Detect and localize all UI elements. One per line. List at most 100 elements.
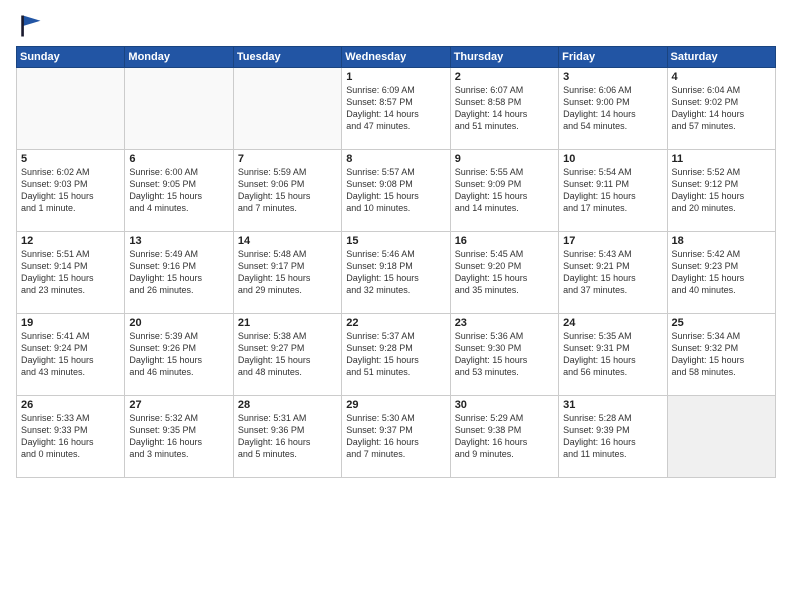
- day-info: Sunrise: 5:48 AM Sunset: 9:17 PM Dayligh…: [238, 248, 337, 297]
- calendar-week-1: 1Sunrise: 6:09 AM Sunset: 8:57 PM Daylig…: [17, 68, 776, 150]
- calendar-cell: 7Sunrise: 5:59 AM Sunset: 9:06 PM Daylig…: [233, 150, 341, 232]
- day-info: Sunrise: 5:32 AM Sunset: 9:35 PM Dayligh…: [129, 412, 228, 461]
- calendar-cell: 30Sunrise: 5:29 AM Sunset: 9:38 PM Dayli…: [450, 396, 558, 478]
- day-info: Sunrise: 6:09 AM Sunset: 8:57 PM Dayligh…: [346, 84, 445, 133]
- day-number: 4: [672, 71, 771, 83]
- calendar-week-4: 19Sunrise: 5:41 AM Sunset: 9:24 PM Dayli…: [17, 314, 776, 396]
- calendar-cell: [125, 68, 233, 150]
- calendar-cell: 28Sunrise: 5:31 AM Sunset: 9:36 PM Dayli…: [233, 396, 341, 478]
- calendar-cell: [233, 68, 341, 150]
- day-info: Sunrise: 5:45 AM Sunset: 9:20 PM Dayligh…: [455, 248, 554, 297]
- day-number: 31: [563, 399, 662, 411]
- calendar-cell: 11Sunrise: 5:52 AM Sunset: 9:12 PM Dayli…: [667, 150, 775, 232]
- day-number: 7: [238, 153, 337, 165]
- day-info: Sunrise: 5:59 AM Sunset: 9:06 PM Dayligh…: [238, 166, 337, 215]
- calendar-cell: [17, 68, 125, 150]
- weekday-header-monday: Monday: [125, 47, 233, 68]
- day-info: Sunrise: 6:00 AM Sunset: 9:05 PM Dayligh…: [129, 166, 228, 215]
- calendar-cell: 2Sunrise: 6:07 AM Sunset: 8:58 PM Daylig…: [450, 68, 558, 150]
- logo-icon: [16, 12, 44, 40]
- day-info: Sunrise: 5:37 AM Sunset: 9:28 PM Dayligh…: [346, 330, 445, 379]
- day-number: 14: [238, 235, 337, 247]
- calendar-cell: 23Sunrise: 5:36 AM Sunset: 9:30 PM Dayli…: [450, 314, 558, 396]
- day-number: 18: [672, 235, 771, 247]
- calendar-cell: 26Sunrise: 5:33 AM Sunset: 9:33 PM Dayli…: [17, 396, 125, 478]
- day-number: 28: [238, 399, 337, 411]
- calendar-cell: 10Sunrise: 5:54 AM Sunset: 9:11 PM Dayli…: [559, 150, 667, 232]
- calendar-week-5: 26Sunrise: 5:33 AM Sunset: 9:33 PM Dayli…: [17, 396, 776, 478]
- day-number: 27: [129, 399, 228, 411]
- day-info: Sunrise: 5:39 AM Sunset: 9:26 PM Dayligh…: [129, 330, 228, 379]
- day-info: Sunrise: 6:07 AM Sunset: 8:58 PM Dayligh…: [455, 84, 554, 133]
- calendar-cell: 8Sunrise: 5:57 AM Sunset: 9:08 PM Daylig…: [342, 150, 450, 232]
- day-number: 30: [455, 399, 554, 411]
- day-info: Sunrise: 5:54 AM Sunset: 9:11 PM Dayligh…: [563, 166, 662, 215]
- day-number: 20: [129, 317, 228, 329]
- calendar-cell: 16Sunrise: 5:45 AM Sunset: 9:20 PM Dayli…: [450, 232, 558, 314]
- day-info: Sunrise: 6:02 AM Sunset: 9:03 PM Dayligh…: [21, 166, 120, 215]
- weekday-header-wednesday: Wednesday: [342, 47, 450, 68]
- calendar-cell: 24Sunrise: 5:35 AM Sunset: 9:31 PM Dayli…: [559, 314, 667, 396]
- logo: [16, 12, 48, 40]
- calendar-cell: 17Sunrise: 5:43 AM Sunset: 9:21 PM Dayli…: [559, 232, 667, 314]
- day-number: 23: [455, 317, 554, 329]
- weekday-header-tuesday: Tuesday: [233, 47, 341, 68]
- day-info: Sunrise: 5:30 AM Sunset: 9:37 PM Dayligh…: [346, 412, 445, 461]
- day-info: Sunrise: 5:41 AM Sunset: 9:24 PM Dayligh…: [21, 330, 120, 379]
- day-info: Sunrise: 5:31 AM Sunset: 9:36 PM Dayligh…: [238, 412, 337, 461]
- day-number: 9: [455, 153, 554, 165]
- calendar-cell: 5Sunrise: 6:02 AM Sunset: 9:03 PM Daylig…: [17, 150, 125, 232]
- calendar-table: SundayMondayTuesdayWednesdayThursdayFrid…: [16, 46, 776, 478]
- header: [16, 12, 776, 40]
- day-number: 11: [672, 153, 771, 165]
- calendar-cell: 3Sunrise: 6:06 AM Sunset: 9:00 PM Daylig…: [559, 68, 667, 150]
- weekday-header-sunday: Sunday: [17, 47, 125, 68]
- day-number: 15: [346, 235, 445, 247]
- day-info: Sunrise: 5:43 AM Sunset: 9:21 PM Dayligh…: [563, 248, 662, 297]
- calendar-week-3: 12Sunrise: 5:51 AM Sunset: 9:14 PM Dayli…: [17, 232, 776, 314]
- calendar-cell: 20Sunrise: 5:39 AM Sunset: 9:26 PM Dayli…: [125, 314, 233, 396]
- calendar-cell: 27Sunrise: 5:32 AM Sunset: 9:35 PM Dayli…: [125, 396, 233, 478]
- calendar-cell: 9Sunrise: 5:55 AM Sunset: 9:09 PM Daylig…: [450, 150, 558, 232]
- day-number: 19: [21, 317, 120, 329]
- calendar-cell: 21Sunrise: 5:38 AM Sunset: 9:27 PM Dayli…: [233, 314, 341, 396]
- calendar-cell: 15Sunrise: 5:46 AM Sunset: 9:18 PM Dayli…: [342, 232, 450, 314]
- day-number: 8: [346, 153, 445, 165]
- calendar-cell: 4Sunrise: 6:04 AM Sunset: 9:02 PM Daylig…: [667, 68, 775, 150]
- day-info: Sunrise: 5:38 AM Sunset: 9:27 PM Dayligh…: [238, 330, 337, 379]
- calendar-cell: 19Sunrise: 5:41 AM Sunset: 9:24 PM Dayli…: [17, 314, 125, 396]
- day-info: Sunrise: 5:33 AM Sunset: 9:33 PM Dayligh…: [21, 412, 120, 461]
- day-info: Sunrise: 5:51 AM Sunset: 9:14 PM Dayligh…: [21, 248, 120, 297]
- day-info: Sunrise: 5:46 AM Sunset: 9:18 PM Dayligh…: [346, 248, 445, 297]
- day-number: 16: [455, 235, 554, 247]
- day-number: 1: [346, 71, 445, 83]
- page: SundayMondayTuesdayWednesdayThursdayFrid…: [0, 0, 792, 612]
- day-info: Sunrise: 5:36 AM Sunset: 9:30 PM Dayligh…: [455, 330, 554, 379]
- day-info: Sunrise: 5:55 AM Sunset: 9:09 PM Dayligh…: [455, 166, 554, 215]
- day-info: Sunrise: 5:34 AM Sunset: 9:32 PM Dayligh…: [672, 330, 771, 379]
- day-number: 12: [21, 235, 120, 247]
- day-info: Sunrise: 5:52 AM Sunset: 9:12 PM Dayligh…: [672, 166, 771, 215]
- day-info: Sunrise: 5:29 AM Sunset: 9:38 PM Dayligh…: [455, 412, 554, 461]
- day-number: 25: [672, 317, 771, 329]
- day-number: 24: [563, 317, 662, 329]
- calendar-cell: 14Sunrise: 5:48 AM Sunset: 9:17 PM Dayli…: [233, 232, 341, 314]
- day-number: 13: [129, 235, 228, 247]
- day-info: Sunrise: 6:04 AM Sunset: 9:02 PM Dayligh…: [672, 84, 771, 133]
- day-info: Sunrise: 5:28 AM Sunset: 9:39 PM Dayligh…: [563, 412, 662, 461]
- day-number: 5: [21, 153, 120, 165]
- calendar-cell: 31Sunrise: 5:28 AM Sunset: 9:39 PM Dayli…: [559, 396, 667, 478]
- calendar-cell: 12Sunrise: 5:51 AM Sunset: 9:14 PM Dayli…: [17, 232, 125, 314]
- calendar-cell: 13Sunrise: 5:49 AM Sunset: 9:16 PM Dayli…: [125, 232, 233, 314]
- day-number: 22: [346, 317, 445, 329]
- day-number: 6: [129, 153, 228, 165]
- weekday-header-thursday: Thursday: [450, 47, 558, 68]
- day-number: 21: [238, 317, 337, 329]
- day-number: 2: [455, 71, 554, 83]
- weekday-header-saturday: Saturday: [667, 47, 775, 68]
- day-number: 17: [563, 235, 662, 247]
- calendar-cell: 25Sunrise: 5:34 AM Sunset: 9:32 PM Dayli…: [667, 314, 775, 396]
- weekday-header-friday: Friday: [559, 47, 667, 68]
- day-number: 10: [563, 153, 662, 165]
- day-info: Sunrise: 6:06 AM Sunset: 9:00 PM Dayligh…: [563, 84, 662, 133]
